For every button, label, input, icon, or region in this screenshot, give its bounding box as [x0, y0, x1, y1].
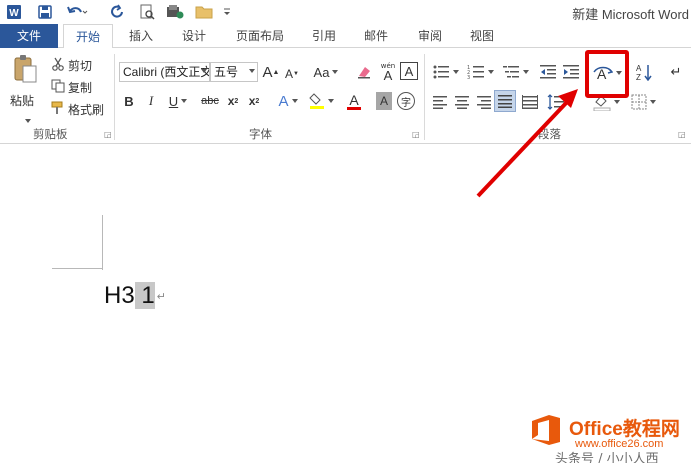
- tab-view[interactable]: 视图: [460, 24, 504, 48]
- format-painter-label[interactable]: 格式刷: [68, 101, 104, 118]
- office-logo-icon: [532, 415, 560, 445]
- cut-icon[interactable]: [50, 56, 66, 72]
- change-case-button[interactable]: Aa: [311, 62, 341, 82]
- print-preview-icon[interactable]: [136, 2, 158, 22]
- tab-mailings[interactable]: 邮件: [354, 24, 398, 48]
- selected-text: 1: [134, 282, 155, 309]
- watermark-brand: Office教程网: [569, 419, 680, 440]
- group-separator: [114, 54, 115, 140]
- font-color-button[interactable]: A: [340, 91, 368, 111]
- tab-design[interactable]: 设计: [170, 24, 218, 48]
- align-right-icon[interactable]: [474, 92, 494, 112]
- enclose-char-button[interactable]: 字: [397, 92, 415, 110]
- grow-font-button[interactable]: A ▲: [262, 62, 280, 82]
- underline-button[interactable]: U: [164, 92, 192, 110]
- align-left-icon[interactable]: [430, 92, 450, 112]
- phonetic-guide-button[interactable]: wén A: [378, 60, 398, 82]
- paragraph-mark: ↵: [156, 290, 166, 303]
- tab-page-layout[interactable]: 页面布局: [224, 24, 296, 48]
- word-logo-icon[interactable]: W: [4, 2, 24, 22]
- save-icon[interactable]: [34, 2, 56, 22]
- svg-text:W: W: [9, 8, 19, 19]
- window-title: 新建 Microsoft Word: [572, 7, 689, 22]
- shrink-font-button[interactable]: A ▼: [284, 64, 300, 84]
- tab-home[interactable]: 开始: [63, 24, 113, 49]
- paste-icon[interactable]: [8, 54, 42, 84]
- font-size-value: 五号: [214, 65, 239, 79]
- paragraph-launcher-icon[interactable]: ◲: [678, 130, 686, 139]
- cut-label[interactable]: 剪切: [68, 57, 92, 74]
- bold-button[interactable]: B: [121, 92, 137, 110]
- align-center-icon[interactable]: [452, 92, 472, 112]
- svg-text:3: 3: [467, 75, 470, 80]
- superscript-button[interactable]: x2: [245, 92, 263, 110]
- sort-icon[interactable]: AZ: [634, 62, 654, 82]
- margin-guide-horizontal: [52, 268, 103, 269]
- svg-text:Z: Z: [636, 73, 641, 81]
- font-name-value: Calibri (西文正文): [123, 65, 210, 79]
- folder-icon[interactable]: [193, 2, 215, 22]
- document-paragraph[interactable]: H3 1 ↵: [104, 278, 166, 315]
- quick-access-toolbar: W 新建 Microsoft Word: [0, 0, 691, 24]
- subscript-button[interactable]: x2: [224, 92, 242, 110]
- tab-insert[interactable]: 插入: [117, 24, 165, 48]
- chevron-down-icon: [249, 69, 255, 73]
- undo-icon[interactable]: [64, 2, 90, 22]
- redo-icon[interactable]: [106, 2, 128, 22]
- margin-guide-vertical: [102, 215, 103, 270]
- strikethrough-button[interactable]: abc: [198, 92, 222, 110]
- bullets-icon[interactable]: [430, 62, 460, 82]
- ribbon-tabs: 文件 开始 插入 设计 页面布局 引用 邮件 审阅 视图: [0, 24, 691, 49]
- watermark: Office教程网 www.office26.com 头条号 / 小小人西: [525, 410, 691, 463]
- clipboard-group-label: 剪贴板: [33, 127, 68, 141]
- font-group-label: 字体: [249, 127, 272, 141]
- copy-label[interactable]: 复制: [68, 79, 92, 96]
- font-name-dropdown[interactable]: Calibri (西文正文): [119, 62, 210, 82]
- clear-formatting-icon[interactable]: [354, 62, 374, 82]
- char-border-button[interactable]: A: [400, 62, 418, 80]
- customize-icon[interactable]: [221, 2, 233, 22]
- distributed-icon[interactable]: [520, 92, 540, 112]
- paragraph-group-label: 段落: [538, 127, 561, 141]
- line-spacing-icon[interactable]: [545, 92, 575, 112]
- svg-text:A: A: [636, 64, 642, 73]
- borders-icon[interactable]: [628, 92, 658, 112]
- document-text: H3: [104, 282, 135, 309]
- tab-review[interactable]: 审阅: [408, 24, 452, 48]
- watermark-subtitle: 头条号 / 小小人西: [555, 452, 659, 463]
- italic-button[interactable]: I: [143, 92, 159, 110]
- clipboard-launcher-icon[interactable]: ◲: [104, 130, 112, 139]
- multilevel-list-icon[interactable]: [500, 62, 530, 82]
- email-icon[interactable]: [164, 2, 186, 22]
- text-highlight-icon[interactable]: [308, 91, 334, 111]
- font-size-dropdown[interactable]: 五号: [210, 62, 258, 82]
- tab-file[interactable]: 文件: [0, 24, 58, 48]
- show-formatting-marks-icon[interactable]: ↵: [666, 62, 686, 82]
- paste-label[interactable]: 粘贴: [10, 92, 34, 109]
- numbering-icon[interactable]: 123: [465, 62, 495, 82]
- highlight-box: [585, 50, 629, 98]
- char-shading-button[interactable]: A: [376, 92, 392, 110]
- increase-indent-icon[interactable]: [561, 62, 581, 82]
- justify-icon[interactable]: [494, 90, 516, 112]
- copy-icon[interactable]: [50, 78, 66, 94]
- chevron-down-icon: [201, 69, 207, 73]
- tab-references[interactable]: 引用: [302, 24, 346, 48]
- text-effect-button[interactable]: A: [274, 91, 302, 111]
- font-color-bar: [347, 106, 361, 110]
- word-window: W 新建 Microsoft Word 文件 开始 插入 设计 页面布局 引用 …: [0, 0, 691, 463]
- decrease-indent-icon[interactable]: [538, 62, 558, 82]
- format-painter-icon[interactable]: [50, 100, 66, 116]
- group-separator: [424, 54, 425, 140]
- font-launcher-icon[interactable]: ◲: [412, 130, 420, 139]
- paste-dropdown-icon[interactable]: [25, 118, 31, 123]
